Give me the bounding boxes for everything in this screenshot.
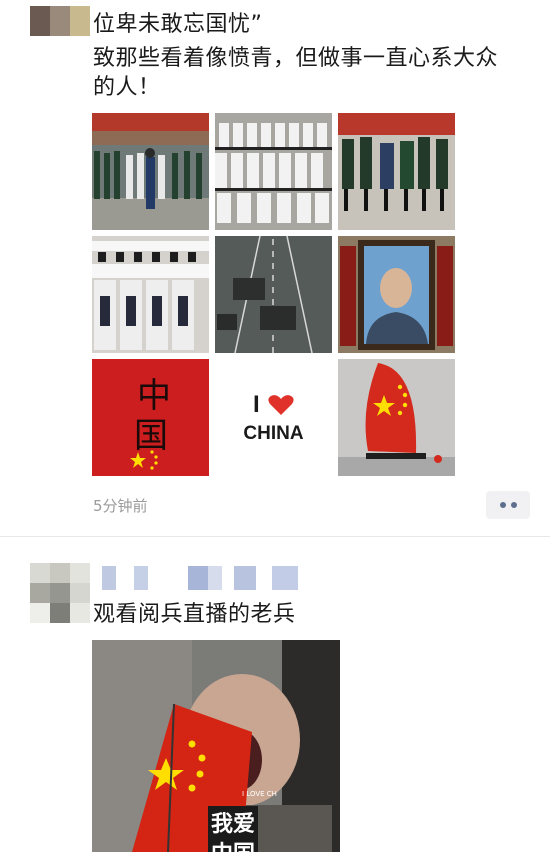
more-dots-icon[interactable] xyxy=(486,491,530,519)
photo-parade-band[interactable] xyxy=(92,113,209,230)
photo-female-soldiers[interactable] xyxy=(338,113,455,230)
post-text-line-2: 致那些看着像愤青，但做事一直心系大众 xyxy=(93,46,499,71)
post-text-line-3: 的人！ xyxy=(93,75,161,100)
dot xyxy=(499,502,506,508)
photo-caption-1: 我爱 xyxy=(208,806,259,838)
love-china-text: CHINA xyxy=(243,423,304,444)
photo-navy-sailors[interactable] xyxy=(92,236,209,353)
post-text-line-1: 位卑未敢忘国忧” xyxy=(93,12,263,37)
photo-caption-2: 中国 xyxy=(208,836,259,852)
photo-veteran-crying[interactable]: I LOVE CH 我爱 中国 xyxy=(92,640,340,852)
photo-vehicle-convoy[interactable] xyxy=(215,236,332,353)
post2-text: 观看阅兵直播的老兵 xyxy=(93,602,296,627)
love-letter-i: I xyxy=(252,391,260,418)
heart-icon xyxy=(268,394,294,416)
calligraphy-char-1: 中 xyxy=(137,376,171,416)
calligraphy-char-2: 国 xyxy=(134,416,168,456)
photo-flag-sail[interactable] xyxy=(338,359,455,476)
photo-red-calligraphy[interactable]: 中 国 xyxy=(92,359,209,476)
username-blurred[interactable] xyxy=(102,566,298,590)
dot xyxy=(510,502,517,508)
post-timestamp: 5分钟前 xyxy=(93,497,148,515)
photo-grid: 中 国 I CHINA xyxy=(92,113,456,477)
photo-i-love-china[interactable]: I CHINA xyxy=(215,359,332,476)
photo-small-text: I LOVE CH xyxy=(242,790,277,798)
avatar-blurred[interactable] xyxy=(30,6,90,36)
photo-portrait[interactable] xyxy=(338,236,455,353)
moment-post-1: 位卑未敢忘国忧” 致那些看着像愤青，但做事一直心系大众 的人！ 中 国 I CH… xyxy=(0,0,550,535)
photo-navy-formation[interactable] xyxy=(215,113,332,230)
avatar-blurred[interactable] xyxy=(30,563,90,623)
